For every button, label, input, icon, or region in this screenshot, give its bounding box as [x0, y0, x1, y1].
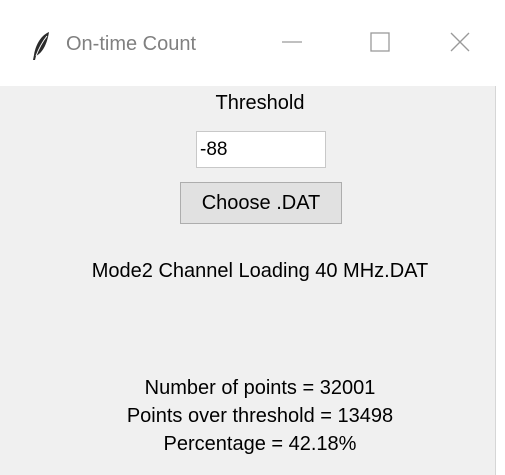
points-over-threshold-text: Points over threshold = 13498 — [126, 405, 394, 427]
maximize-icon — [369, 31, 391, 58]
maximize-button[interactable] — [350, 22, 410, 66]
close-icon — [449, 31, 471, 58]
main-content: Threshold Choose .DAT Mode2 Channel Load… — [0, 86, 496, 475]
app-window: On-time Count Threshold Choose .DAT Mode… — [0, 0, 496, 475]
minimize-button[interactable] — [262, 22, 322, 66]
percentage-text: Percentage = 42.18% — [163, 433, 357, 455]
selected-file-label: Mode2 Channel Loading 40 MHz.DAT — [91, 260, 429, 282]
threshold-input[interactable] — [196, 131, 326, 168]
title-bar[interactable]: On-time Count — [0, 0, 496, 86]
window-title: On-time Count — [66, 33, 197, 55]
minimize-icon — [281, 31, 303, 58]
choose-dat-button[interactable]: Choose .DAT — [180, 182, 342, 224]
feather-icon — [30, 31, 52, 61]
close-button[interactable] — [430, 22, 490, 66]
threshold-label: Threshold — [215, 92, 305, 114]
number-of-points-text: Number of points = 32001 — [144, 377, 376, 399]
